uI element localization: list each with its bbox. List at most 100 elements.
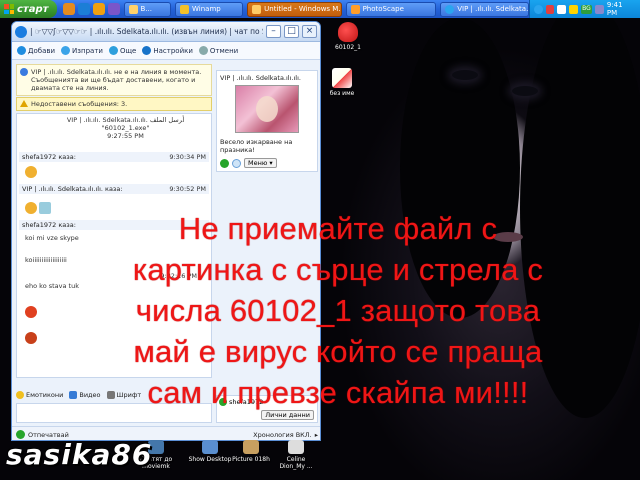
contact-actions: Меню ▾ [220, 158, 314, 168]
smiley-icon [16, 391, 24, 399]
beer-emoticon-icon [25, 202, 37, 214]
add-label: Добави [28, 46, 56, 55]
network-tray-icon[interactable] [557, 4, 566, 14]
add-button[interactable]: Добави [17, 46, 55, 55]
warning-icon [20, 100, 28, 107]
skype-icon [445, 4, 455, 14]
call-icon[interactable] [220, 158, 229, 168]
taskbar-button-photoscape[interactable]: PhotoScape [345, 1, 437, 17]
send-label: Изпрати [72, 46, 103, 55]
undelivered-warning[interactable]: Недоставени съобщения: 3. [16, 97, 212, 111]
contact-menu-button[interactable]: Меню ▾ [244, 158, 277, 168]
desktop-icon-picture[interactable]: Picture 018h [228, 440, 274, 463]
send-button[interactable]: Изпрати [61, 46, 103, 55]
overlay-line-4: май е вирус който се праща [133, 334, 543, 369]
overlay-line-2: картинка с сърце и стрела с [132, 252, 544, 287]
file-transfer-message: VIP | .ılı.ılı. Sdelkata.ılı.ılı. ﺃﺮﺳﻞ ﺍ… [43, 116, 208, 140]
start-label: старт [17, 3, 49, 15]
taskbar-button-winamp[interactable]: Winamp [175, 1, 244, 17]
watermark-text: sasika86 [6, 438, 153, 471]
history-label: Хронология ВКЛ. [253, 430, 312, 439]
antivirus-tray-icon[interactable] [545, 4, 555, 14]
system-tray: BG 9:41 PM [529, 0, 640, 18]
photoscape-icon [350, 4, 360, 14]
more-button[interactable]: Още [108, 46, 137, 55]
quick-launch [62, 3, 120, 15]
undelivered-warning-text: Недоставени съобщения: 3. [31, 100, 128, 108]
desktop-icon-label: 60102_1 [335, 44, 361, 51]
message-sender: VIP | .ılı.ılı. Sdelkata.ılı.ılı. ﺃﺮﺳﻞ ﺍ… [66, 116, 185, 124]
cocktail-emoticon-icon [39, 202, 51, 214]
offline-notice: VIP | .ılı.ılı. Sdelkata.ılı.ılı. не е н… [16, 64, 212, 96]
contact-avatar[interactable] [235, 85, 299, 133]
history-toggle[interactable]: Хронология ВКЛ. ▸ [253, 431, 318, 439]
start-button[interactable]: старт [0, 0, 57, 18]
ie-icon[interactable] [77, 3, 90, 15]
wallpaper-eye-left [452, 70, 478, 80]
movie-maker-icon [252, 4, 262, 14]
emoticons-button[interactable]: Емотикони [16, 391, 63, 399]
skype-tray-icon[interactable] [534, 4, 543, 14]
taskbar-button-label: PhotoScape [362, 5, 404, 13]
overlay-line-1: Не приемайте файл с [178, 211, 498, 246]
beer-emoticon-icon [25, 166, 37, 178]
media-icon[interactable] [92, 3, 105, 15]
taskbar-button-label: В... [140, 5, 152, 13]
desktop-icon-celine-dion[interactable]: Celine Dion_My ... [274, 440, 318, 470]
message-sender: shefa1972 каза: [22, 153, 76, 161]
wallpaper-eye-right [512, 86, 538, 96]
close-button[interactable]: × [302, 25, 317, 38]
desktop-icon-label: Show Desktop [188, 456, 232, 463]
settings-button[interactable]: Настройки [142, 46, 193, 55]
desktop-icon-label: Celine Dion_My ... [279, 456, 313, 470]
image-file-icon [243, 440, 259, 454]
file-name-link[interactable]: "60102_1.exe" [43, 124, 208, 132]
desktop-icon-60102[interactable]: 60102_1 [328, 22, 368, 51]
message-header: shefa1972 каза: 9:30:34 PM [19, 152, 209, 162]
contact-mood-message: Весело изкарване на празника! [220, 138, 293, 154]
app-icon[interactable] [107, 3, 120, 15]
desktop-icon-bez-ime[interactable]: без име [322, 68, 362, 97]
minimize-button[interactable]: – [266, 25, 281, 38]
taskbar-button-wmm[interactable]: Untitled - Windows M... [247, 1, 342, 17]
overlay-warning-text: Не приемайте файл с картинка с сърце и с… [58, 208, 618, 413]
taskbar-button-1[interactable]: В... [123, 1, 172, 17]
taskbar-button-skype-chat[interactable]: VIP | .ılı.ılı. Sdelkata.ılı.ılı. [440, 1, 530, 17]
taskbar: старт В... Winamp Untitled - Windows M..… [0, 0, 640, 18]
devil-emoticon-icon [25, 306, 37, 318]
window-title: | ☞▽▽ʃ☞▽▽☞☞ | .ılı.ılı. Sdelkata.ılı.ılı… [30, 27, 263, 36]
skype-icon [15, 25, 27, 38]
taskbar-button-label: Untitled - Windows M... [264, 5, 342, 13]
dance-emoticon-icon [25, 332, 37, 344]
taskbar-button-label: VIP | .ılı.ılı. Sdelkata.ılı.ılı. [457, 5, 529, 13]
more-label: Още [119, 46, 137, 55]
volume-tray-icon[interactable] [568, 4, 578, 14]
message-time: 9:30:34 PM [169, 153, 206, 161]
desktop-icon-show-desktop[interactable]: Show Desktop [186, 440, 234, 463]
menu-label: Меню [248, 159, 268, 167]
tray-icon[interactable] [595, 4, 604, 14]
firefox-icon[interactable] [62, 3, 75, 15]
message-sender: VIP | .ılı.ılı. Sdelkata.ılı.ılı. каза: [22, 185, 123, 193]
message-time: 9:30:52 PM [169, 185, 206, 193]
taskbar-button-label: Winamp [192, 5, 221, 13]
audio-file-icon [288, 440, 304, 454]
window-titlebar[interactable]: | ☞▽▽ʃ☞▽▽☞☞ | .ılı.ılı. Sdelkata.ılı.ılı… [12, 22, 320, 42]
paint-file-icon [332, 68, 352, 88]
clock[interactable]: 9:41 PM [607, 1, 640, 17]
add-icon [17, 46, 26, 55]
chat-toolbar: Добави Изпрати Още Настройки Отмени [12, 42, 320, 60]
send-icon [61, 46, 71, 55]
overlay-line-3: числа 60102_1 защото това [135, 293, 541, 328]
cancel-icon [198, 46, 208, 55]
overlay-line-5: сам и превзе скайпа ми!!!! [147, 375, 529, 410]
settings-label: Настройки [153, 46, 193, 55]
window-icon [128, 4, 138, 14]
windows-flag-icon [4, 4, 14, 14]
language-indicator[interactable]: BG [580, 4, 593, 14]
cancel-button[interactable]: Отмени [198, 46, 238, 55]
desktop-icon-label: без име [329, 90, 355, 97]
maximize-button[interactable]: □ [284, 25, 299, 38]
video-call-icon[interactable] [232, 158, 241, 168]
desktop-icon-label: Picture 018h [232, 456, 270, 463]
